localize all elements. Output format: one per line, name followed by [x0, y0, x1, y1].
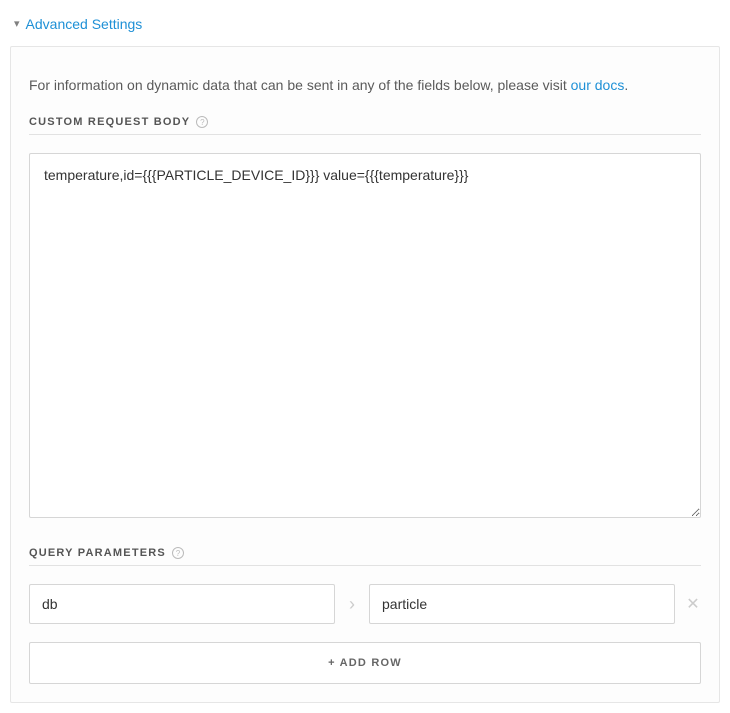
query-param-value-input[interactable]	[369, 584, 675, 624]
advanced-settings-title: Advanced Settings	[26, 16, 143, 32]
advanced-settings-toggle[interactable]: ▾ Advanced Settings	[10, 10, 720, 46]
chevron-right-icon: ›	[345, 594, 359, 615]
info-text: For information on dynamic data that can…	[29, 75, 701, 96]
info-text-before: For information on dynamic data that can…	[29, 77, 571, 93]
add-row-button[interactable]: + ADD ROW	[29, 642, 701, 684]
query-parameters-section: QUERY PARAMETERS ? › ✕ + ADD ROW	[29, 547, 701, 684]
query-param-row: › ✕	[29, 584, 701, 624]
info-icon[interactable]: ?	[196, 116, 208, 128]
query-param-key-input[interactable]	[29, 584, 335, 624]
info-icon[interactable]: ?	[172, 547, 184, 559]
custom-request-body-label: CUSTOM REQUEST BODY ?	[29, 116, 701, 135]
info-text-after: .	[624, 77, 628, 93]
caret-down-icon: ▾	[14, 17, 20, 30]
query-parameters-label-text: QUERY PARAMETERS	[29, 547, 166, 559]
advanced-settings-panel: For information on dynamic data that can…	[10, 46, 720, 703]
close-icon[interactable]: ✕	[685, 594, 701, 614]
custom-request-body-textarea[interactable]	[29, 153, 701, 518]
custom-request-body-label-text: CUSTOM REQUEST BODY	[29, 116, 190, 128]
docs-link[interactable]: our docs	[571, 77, 625, 93]
query-parameters-label: QUERY PARAMETERS ?	[29, 547, 701, 566]
